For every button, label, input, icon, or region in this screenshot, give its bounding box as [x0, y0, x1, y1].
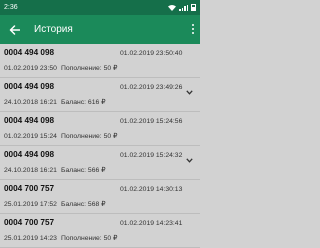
transaction-info: Баланс: 568 ₽ — [61, 201, 106, 208]
battery-icon — [191, 4, 196, 11]
transaction-row[interactable]: 0004 494 098 01.02.2019 15:24:32 24.10.2… — [0, 146, 200, 180]
transaction-info: Пополнение: 50 ₽ — [61, 235, 118, 242]
transaction-info: Пополнение: 50 ₽ — [61, 65, 118, 72]
transaction-datetime: 01.02.2019 15:24:56 — [120, 118, 183, 125]
transaction-info: Баланс: 616 ₽ — [61, 99, 106, 106]
signal-icon — [179, 4, 188, 11]
account-number: 0004 700 757 — [4, 184, 55, 193]
account-number: 0004 700 757 — [4, 218, 55, 227]
status-time: 2:36 — [4, 4, 18, 11]
transaction-row[interactable]: 0004 494 098 01.02.2019 23:50:40 01.02.2… — [0, 44, 200, 78]
status-bar: 2:36 — [0, 0, 200, 15]
operation-datetime: 24.10.2018 16:21 — [4, 167, 57, 174]
transaction-list: 0004 494 098 01.02.2019 23:50:40 01.02.2… — [0, 44, 200, 248]
back-button[interactable] — [0, 15, 28, 44]
operation-datetime: 24.10.2018 16:21 — [4, 99, 57, 106]
chevron-down-icon[interactable] — [186, 158, 193, 163]
operation-datetime: 01.02.2019 23:50 — [4, 65, 57, 72]
transaction-row[interactable]: 0004 494 098 01.02.2019 15:24:56 01.02.2… — [0, 112, 200, 146]
transaction-info: Пополнение: 50 ₽ — [61, 133, 118, 140]
transaction-row[interactable]: 0004 700 757 01.02.2019 14:23:41 25.01.2… — [0, 214, 200, 248]
app-bar: История — [0, 15, 200, 44]
operation-datetime: 01.02.2019 15:24 — [4, 133, 57, 140]
transaction-datetime: 01.02.2019 14:30:13 — [120, 186, 183, 193]
transaction-row[interactable]: 0004 494 098 01.02.2019 23:49:26 24.10.2… — [0, 78, 200, 112]
operation-datetime: 25.01.2019 14:23 — [4, 235, 57, 242]
operation-datetime: 25.01.2019 17:52 — [4, 201, 57, 208]
account-number: 0004 494 098 — [4, 82, 55, 91]
account-number: 0004 494 098 — [4, 116, 55, 125]
transaction-info: Баланс: 566 ₽ — [61, 167, 106, 174]
more-options-button[interactable] — [192, 24, 194, 34]
transaction-datetime: 01.02.2019 15:24:32 — [120, 152, 183, 159]
status-icons — [168, 4, 196, 11]
chevron-down-icon[interactable] — [186, 90, 193, 95]
arrow-back-icon — [9, 24, 20, 35]
page-title: История — [34, 24, 73, 35]
account-number: 0004 494 098 — [4, 150, 55, 159]
transaction-datetime: 01.02.2019 23:49:26 — [120, 84, 183, 91]
transaction-datetime: 01.02.2019 14:23:41 — [120, 220, 183, 227]
transaction-datetime: 01.02.2019 23:50:40 — [120, 50, 183, 57]
account-number: 0004 494 098 — [4, 48, 55, 57]
transaction-row[interactable]: 0004 700 757 01.02.2019 14:30:13 25.01.2… — [0, 180, 200, 214]
wifi-icon — [168, 4, 176, 11]
